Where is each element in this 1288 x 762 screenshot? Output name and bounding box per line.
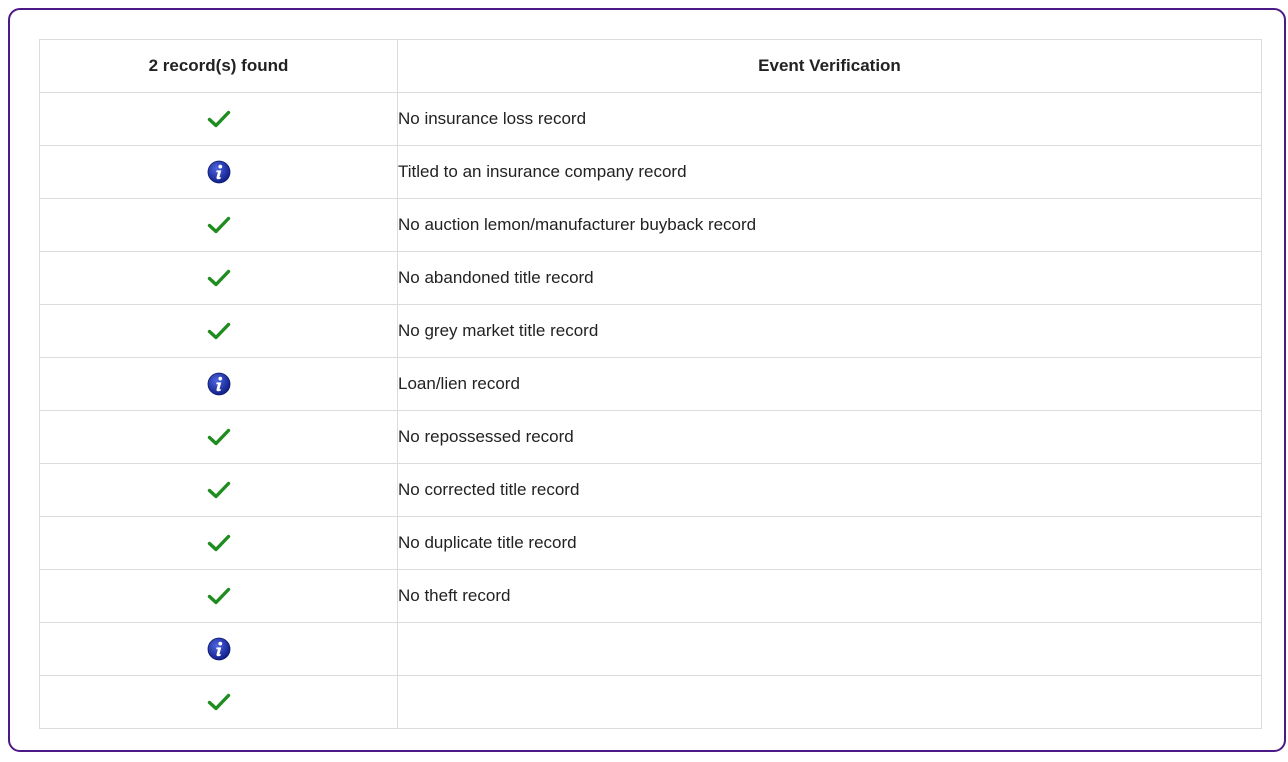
event-verification-header: Event Verification (397, 39, 1262, 93)
table-row: No repossessed record (39, 410, 1262, 464)
event-text: Titled to an insurance company record (397, 145, 1262, 199)
status-cell (39, 251, 398, 305)
event-text: No grey market title record (397, 304, 1262, 358)
event-text: No repossessed record (397, 410, 1262, 464)
status-cell (39, 675, 398, 729)
event-text: Loan/lien record (397, 357, 1262, 411)
event-text: No corrected title record (397, 463, 1262, 517)
status-cell (39, 622, 398, 676)
check-icon (207, 213, 231, 237)
records-panel: 2 record(s) found Event Verification No … (8, 8, 1286, 752)
event-text: No insurance loss record (397, 92, 1262, 146)
event-text: No duplicate title record (397, 516, 1262, 570)
event-text (397, 622, 1262, 676)
info-icon (207, 160, 231, 184)
event-verification-table: 2 record(s) found Event Verification No … (39, 39, 1262, 729)
status-cell (39, 410, 398, 464)
status-cell (39, 145, 398, 199)
event-text: No auction lemon/manufacturer buyback re… (397, 198, 1262, 252)
table-row: Titled to an insurance company record (39, 145, 1262, 199)
records-found-header: 2 record(s) found (39, 39, 398, 93)
table-row: No corrected title record (39, 463, 1262, 517)
check-icon (207, 690, 231, 714)
table-row: No insurance loss record (39, 92, 1262, 146)
event-text: No abandoned title record (397, 251, 1262, 305)
check-icon (207, 319, 231, 343)
check-icon (207, 478, 231, 502)
table-row: No duplicate title record (39, 516, 1262, 570)
status-cell (39, 463, 398, 517)
table-row: No auction lemon/manufacturer buyback re… (39, 198, 1262, 252)
status-cell (39, 569, 398, 623)
status-cell (39, 304, 398, 358)
info-icon (207, 372, 231, 396)
check-icon (207, 584, 231, 608)
status-cell (39, 92, 398, 146)
info-icon (207, 637, 231, 661)
table-row: No abandoned title record (39, 251, 1262, 305)
table-row: No grey market title record (39, 304, 1262, 358)
event-text (397, 675, 1262, 729)
check-icon (207, 266, 231, 290)
status-cell (39, 357, 398, 411)
check-icon (207, 531, 231, 555)
check-icon (207, 107, 231, 131)
table-row (39, 622, 1262, 676)
table-header-row: 2 record(s) found Event Verification (39, 39, 1262, 93)
table-row: No theft record (39, 569, 1262, 623)
table-row: Loan/lien record (39, 357, 1262, 411)
event-text: No theft record (397, 569, 1262, 623)
status-cell (39, 198, 398, 252)
status-cell (39, 516, 398, 570)
check-icon (207, 425, 231, 449)
table-row (39, 675, 1262, 729)
